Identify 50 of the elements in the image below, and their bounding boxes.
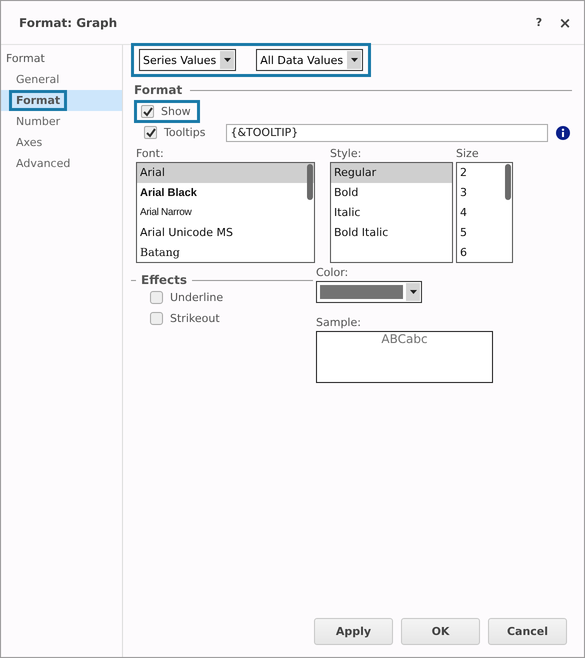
check-icon xyxy=(146,128,156,138)
font-label: Font: xyxy=(136,148,165,160)
style-item[interactable]: Bold Italic xyxy=(331,223,452,243)
check-icon xyxy=(142,106,152,116)
sidebar-item[interactable]: Axes xyxy=(9,132,50,153)
sidebar-item[interactable]: Number xyxy=(9,111,68,132)
dialog-button[interactable]: Apply xyxy=(314,618,393,645)
font-item[interactable]: Arial xyxy=(137,163,314,183)
font-item[interactable]: Batang xyxy=(137,243,314,262)
tooltip-field[interactable]: {&TOOLTIP} xyxy=(226,124,548,142)
section-heading: Effects xyxy=(141,273,188,287)
close-button[interactable]: × xyxy=(554,14,576,32)
window-title: Format: Graph xyxy=(19,16,118,30)
size-item[interactable]: 3 xyxy=(457,183,512,203)
size-item[interactable]: 5 xyxy=(457,223,512,243)
caret-icon xyxy=(347,51,362,69)
sidebar-item[interactable]: Advanced xyxy=(9,153,78,174)
effect-checkbox[interactable]: Underline xyxy=(143,287,313,308)
scrollbar-thumb[interactable] xyxy=(505,164,511,200)
help-button[interactable]: ? xyxy=(528,16,550,29)
dialog-button[interactable]: OK xyxy=(401,618,480,645)
tooltips-checkbox[interactable]: Tooltips xyxy=(137,121,226,144)
style-item[interactable]: Bold xyxy=(331,183,452,203)
color-picker[interactable] xyxy=(316,281,422,303)
style-item[interactable]: Italic xyxy=(331,203,452,223)
sample-label: Sample: xyxy=(316,317,362,329)
caret-icon xyxy=(406,283,420,301)
size-item[interactable]: 4 xyxy=(457,203,512,223)
font-item[interactable]: Arial Narrow xyxy=(137,203,314,223)
sidebar-heading: Format xyxy=(5,51,46,67)
dialog-button[interactable]: Cancel xyxy=(488,618,567,645)
scrollbar-thumb[interactable] xyxy=(307,164,313,200)
size-item[interactable]: 2 xyxy=(457,163,512,183)
sidebar-item[interactable]: Format xyxy=(9,90,68,111)
color-label: Color: xyxy=(316,267,350,279)
show-checkbox[interactable]: Show xyxy=(134,100,200,123)
sidebar-item[interactable]: General xyxy=(9,69,66,90)
dropdown[interactable]: All Data Values xyxy=(256,49,364,71)
effect-checkbox[interactable]: Strikeout xyxy=(143,308,313,329)
size-item[interactable]: 6 xyxy=(457,243,512,262)
info-icon[interactable] xyxy=(556,126,570,140)
sample-preview: ABCabc xyxy=(316,331,493,383)
style-label: Style: xyxy=(330,148,362,160)
dropdown[interactable]: Series Values xyxy=(139,49,236,71)
style-item[interactable]: Regular xyxy=(331,163,452,183)
caret-icon xyxy=(220,51,234,69)
section-heading: Format xyxy=(134,83,182,97)
font-item[interactable]: Arial Black xyxy=(137,183,314,203)
size-label: Size xyxy=(456,148,480,160)
font-item[interactable]: Arial Unicode MS xyxy=(137,223,314,243)
